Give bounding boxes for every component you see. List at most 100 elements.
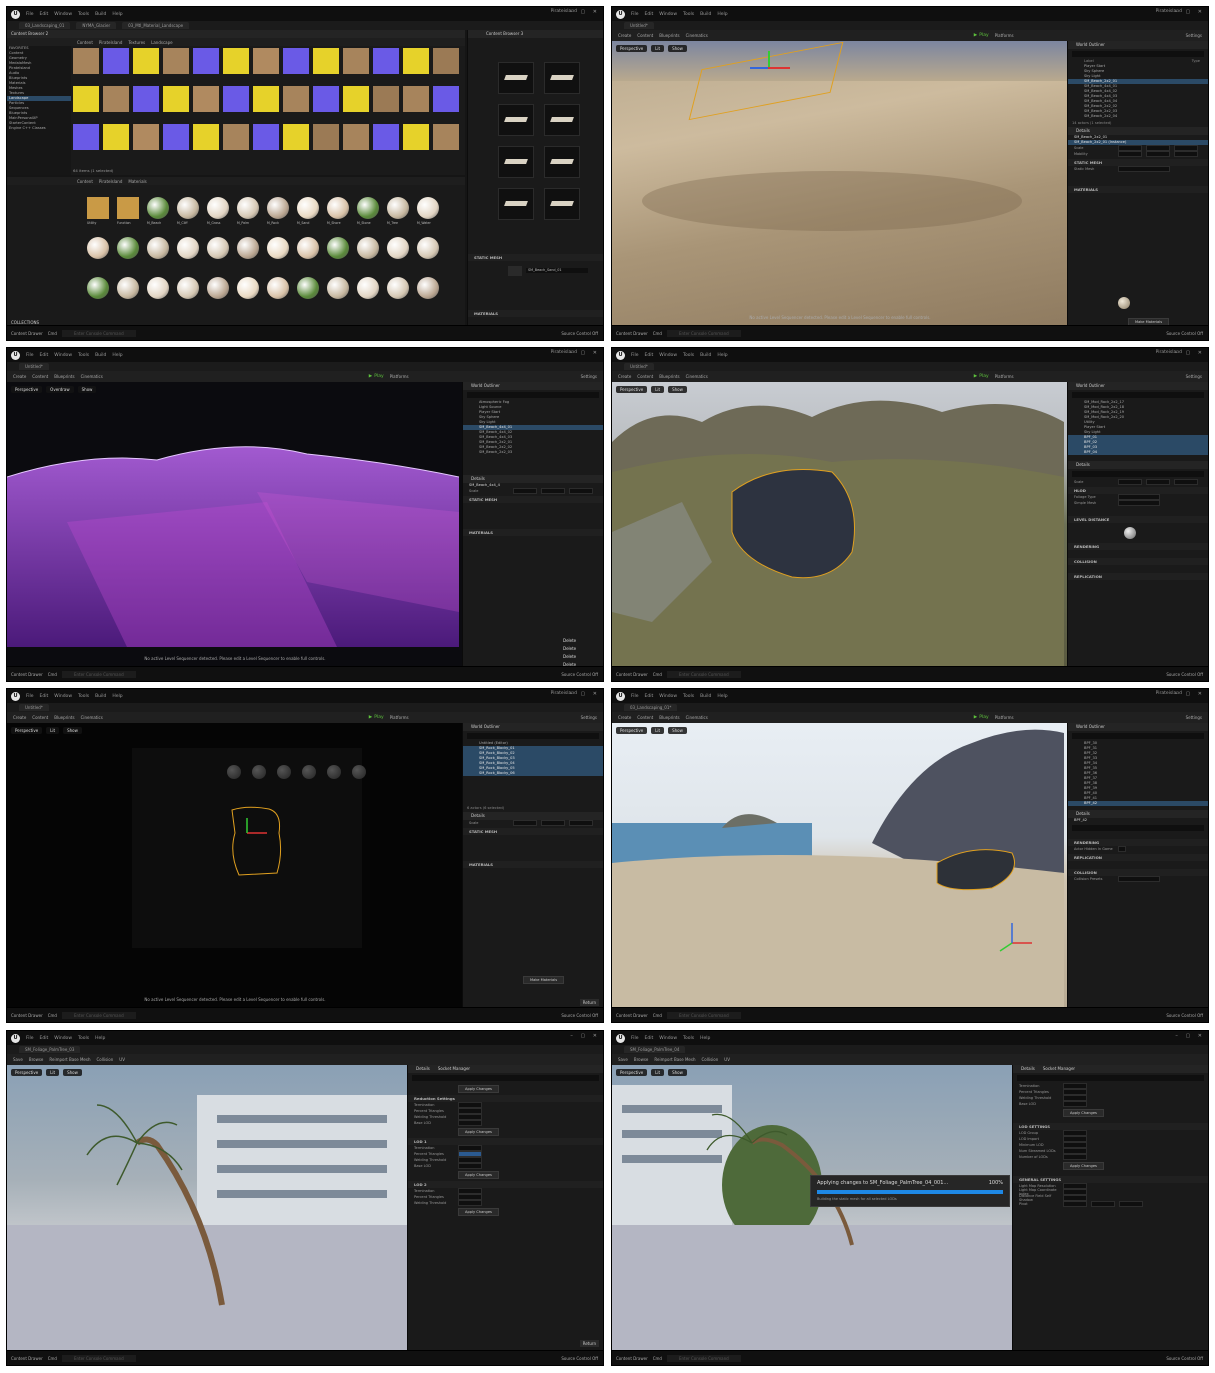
level-viewport[interactable]: Perspective Lit Show [612,723,1068,1008]
material-sphere[interactable] [207,277,229,299]
scale-y-field[interactable] [1146,479,1170,485]
menu-edit[interactable]: Edit [40,1036,49,1041]
content-drawer-button[interactable]: Content Drawer [616,672,648,677]
materials-section[interactable]: MATERIALS [468,310,603,317]
col-type[interactable]: Type [1192,59,1200,64]
show-button[interactable]: Show [63,727,82,734]
materials-section[interactable]: MATERIALS [1068,186,1208,193]
number-of-lods-field[interactable] [1063,1154,1087,1160]
material-sphere[interactable] [267,197,289,219]
texture-thumbnail[interactable] [433,124,459,150]
texture-thumbnail[interactable] [343,86,369,112]
menu-file[interactable]: File [631,353,639,358]
mobility-movable[interactable] [1174,151,1198,157]
actor-hidden-checkbox[interactable] [1118,846,1126,852]
menu-help[interactable]: Help [717,12,727,17]
cmd-label[interactable]: Cmd [653,1013,662,1018]
return-button[interactable]: Return [579,999,599,1006]
outliner-search[interactable] [1072,51,1204,57]
texture-thumbnail[interactable] [163,86,189,112]
outliner-search[interactable] [1072,733,1204,739]
static-mesh-section[interactable]: STATIC MESH [1068,159,1208,166]
menu-tools[interactable]: Tools [78,12,89,17]
tab-static-mesh[interactable]: SM_Foliage_PalmTree_04 [624,1046,686,1053]
play-button[interactable]: ▶ Play [974,715,989,720]
reimport-button[interactable]: Reimport Base Mesh [49,1057,90,1062]
texture-thumbnail[interactable] [133,86,159,112]
menu-help[interactable]: Help [112,694,122,699]
cmd-label[interactable]: Cmd [48,1013,57,1018]
blueprints-button[interactable]: Blueprints [54,374,74,379]
pivot-y[interactable] [1091,1201,1115,1207]
welding-threshold-field[interactable] [458,1200,482,1206]
perspective-button[interactable]: Perspective [616,1069,648,1076]
pivot-x[interactable] [1063,1201,1087,1207]
cinematics-button[interactable]: Cinematics [686,33,708,38]
menu-file[interactable]: File [631,1036,639,1041]
menu-window[interactable]: Window [659,12,677,17]
create-button[interactable]: Create [618,374,631,379]
material-sphere[interactable] [177,237,199,259]
material-sphere[interactable] [237,277,259,299]
collision-button[interactable]: Collision [702,1057,719,1062]
save-button[interactable]: Save [618,1057,628,1062]
apply-changes-button[interactable]: Apply Changes [458,1208,499,1216]
console-input[interactable]: Enter Console Command [666,1011,741,1019]
material-sphere[interactable] [417,197,439,219]
menu-help[interactable]: Help [95,1036,105,1041]
material-sphere[interactable] [327,237,349,259]
menu-edit[interactable]: Edit [40,694,49,699]
material-sphere[interactable] [267,237,289,259]
content-browser-title[interactable]: Content Browser 2 [7,30,465,38]
texture-thumbnail[interactable] [403,86,429,112]
lit-button[interactable]: Lit [651,386,665,393]
material-sphere[interactable] [147,277,169,299]
show-button[interactable]: Show [668,1069,687,1076]
menu-tools[interactable]: Tools [683,353,694,358]
window-controls[interactable]: – ▢ ✕ [1175,1033,1205,1039]
menu-file[interactable]: File [26,353,34,358]
perspective-button[interactable]: Perspective [616,45,648,52]
material-sphere[interactable] [87,277,109,299]
collision-section[interactable]: COLLISION [1068,869,1208,876]
texture-thumbnail[interactable] [193,86,219,112]
material-sphere[interactable] [297,277,319,299]
platforms-button[interactable]: Platforms [390,715,409,720]
static-mesh-section[interactable]: STATIC MESH [463,828,603,835]
reimport-button[interactable]: Reimport Base Mesh [654,1057,695,1062]
menu-help[interactable]: Help [717,353,727,358]
collision-preset-dropdown[interactable] [1118,876,1160,882]
details-title[interactable]: Details [463,812,603,820]
console-input[interactable]: Enter Console Command [666,329,741,337]
cmd-label[interactable]: Cmd [48,1356,57,1361]
texture-thumbnail[interactable] [373,124,399,150]
material-sphere[interactable] [357,277,379,299]
scale-x-field[interactable] [1118,479,1142,485]
apply-changes-button[interactable]: Apply Changes [458,1128,499,1136]
material-sphere[interactable] [267,277,289,299]
mesh-viewport[interactable]: Perspective Lit Show [7,1065,408,1351]
mesh-thumbnail[interactable] [498,62,534,94]
window-controls[interactable]: – ▢ ✕ [570,9,600,15]
menu-edit[interactable]: Edit [645,12,654,17]
outliner-title[interactable]: World Outliner [1068,41,1208,49]
breadcrumb-content[interactable]: Content [77,179,93,184]
outliner-row[interactable]: SM_Beach_2x2_03 [463,450,603,455]
show-button[interactable]: Show [668,386,687,393]
play-button[interactable]: ▶ Play [974,374,989,379]
texture-thumbnail[interactable] [433,48,459,74]
tab-level[interactable]: Untitled* [624,22,654,29]
cinematics-button[interactable]: Cinematics [686,715,708,720]
scale-y-field[interactable] [541,820,565,826]
platforms-button[interactable]: Platforms [390,374,409,379]
mesh-field[interactable]: SM_Beach_Sand_01 [526,268,588,273]
perspective-button[interactable]: Perspective [616,727,648,734]
menu-edit[interactable]: Edit [645,694,654,699]
blueprints-button[interactable]: Blueprints [54,715,74,720]
texture-thumbnail[interactable] [133,124,159,150]
source-control-status[interactable]: Source Control Off [561,672,598,677]
uv-button[interactable]: UV [724,1057,730,1062]
texture-thumbnail[interactable] [313,124,339,150]
menu-tools[interactable]: Tools [683,694,694,699]
settings-button[interactable]: Settings [1186,715,1202,720]
